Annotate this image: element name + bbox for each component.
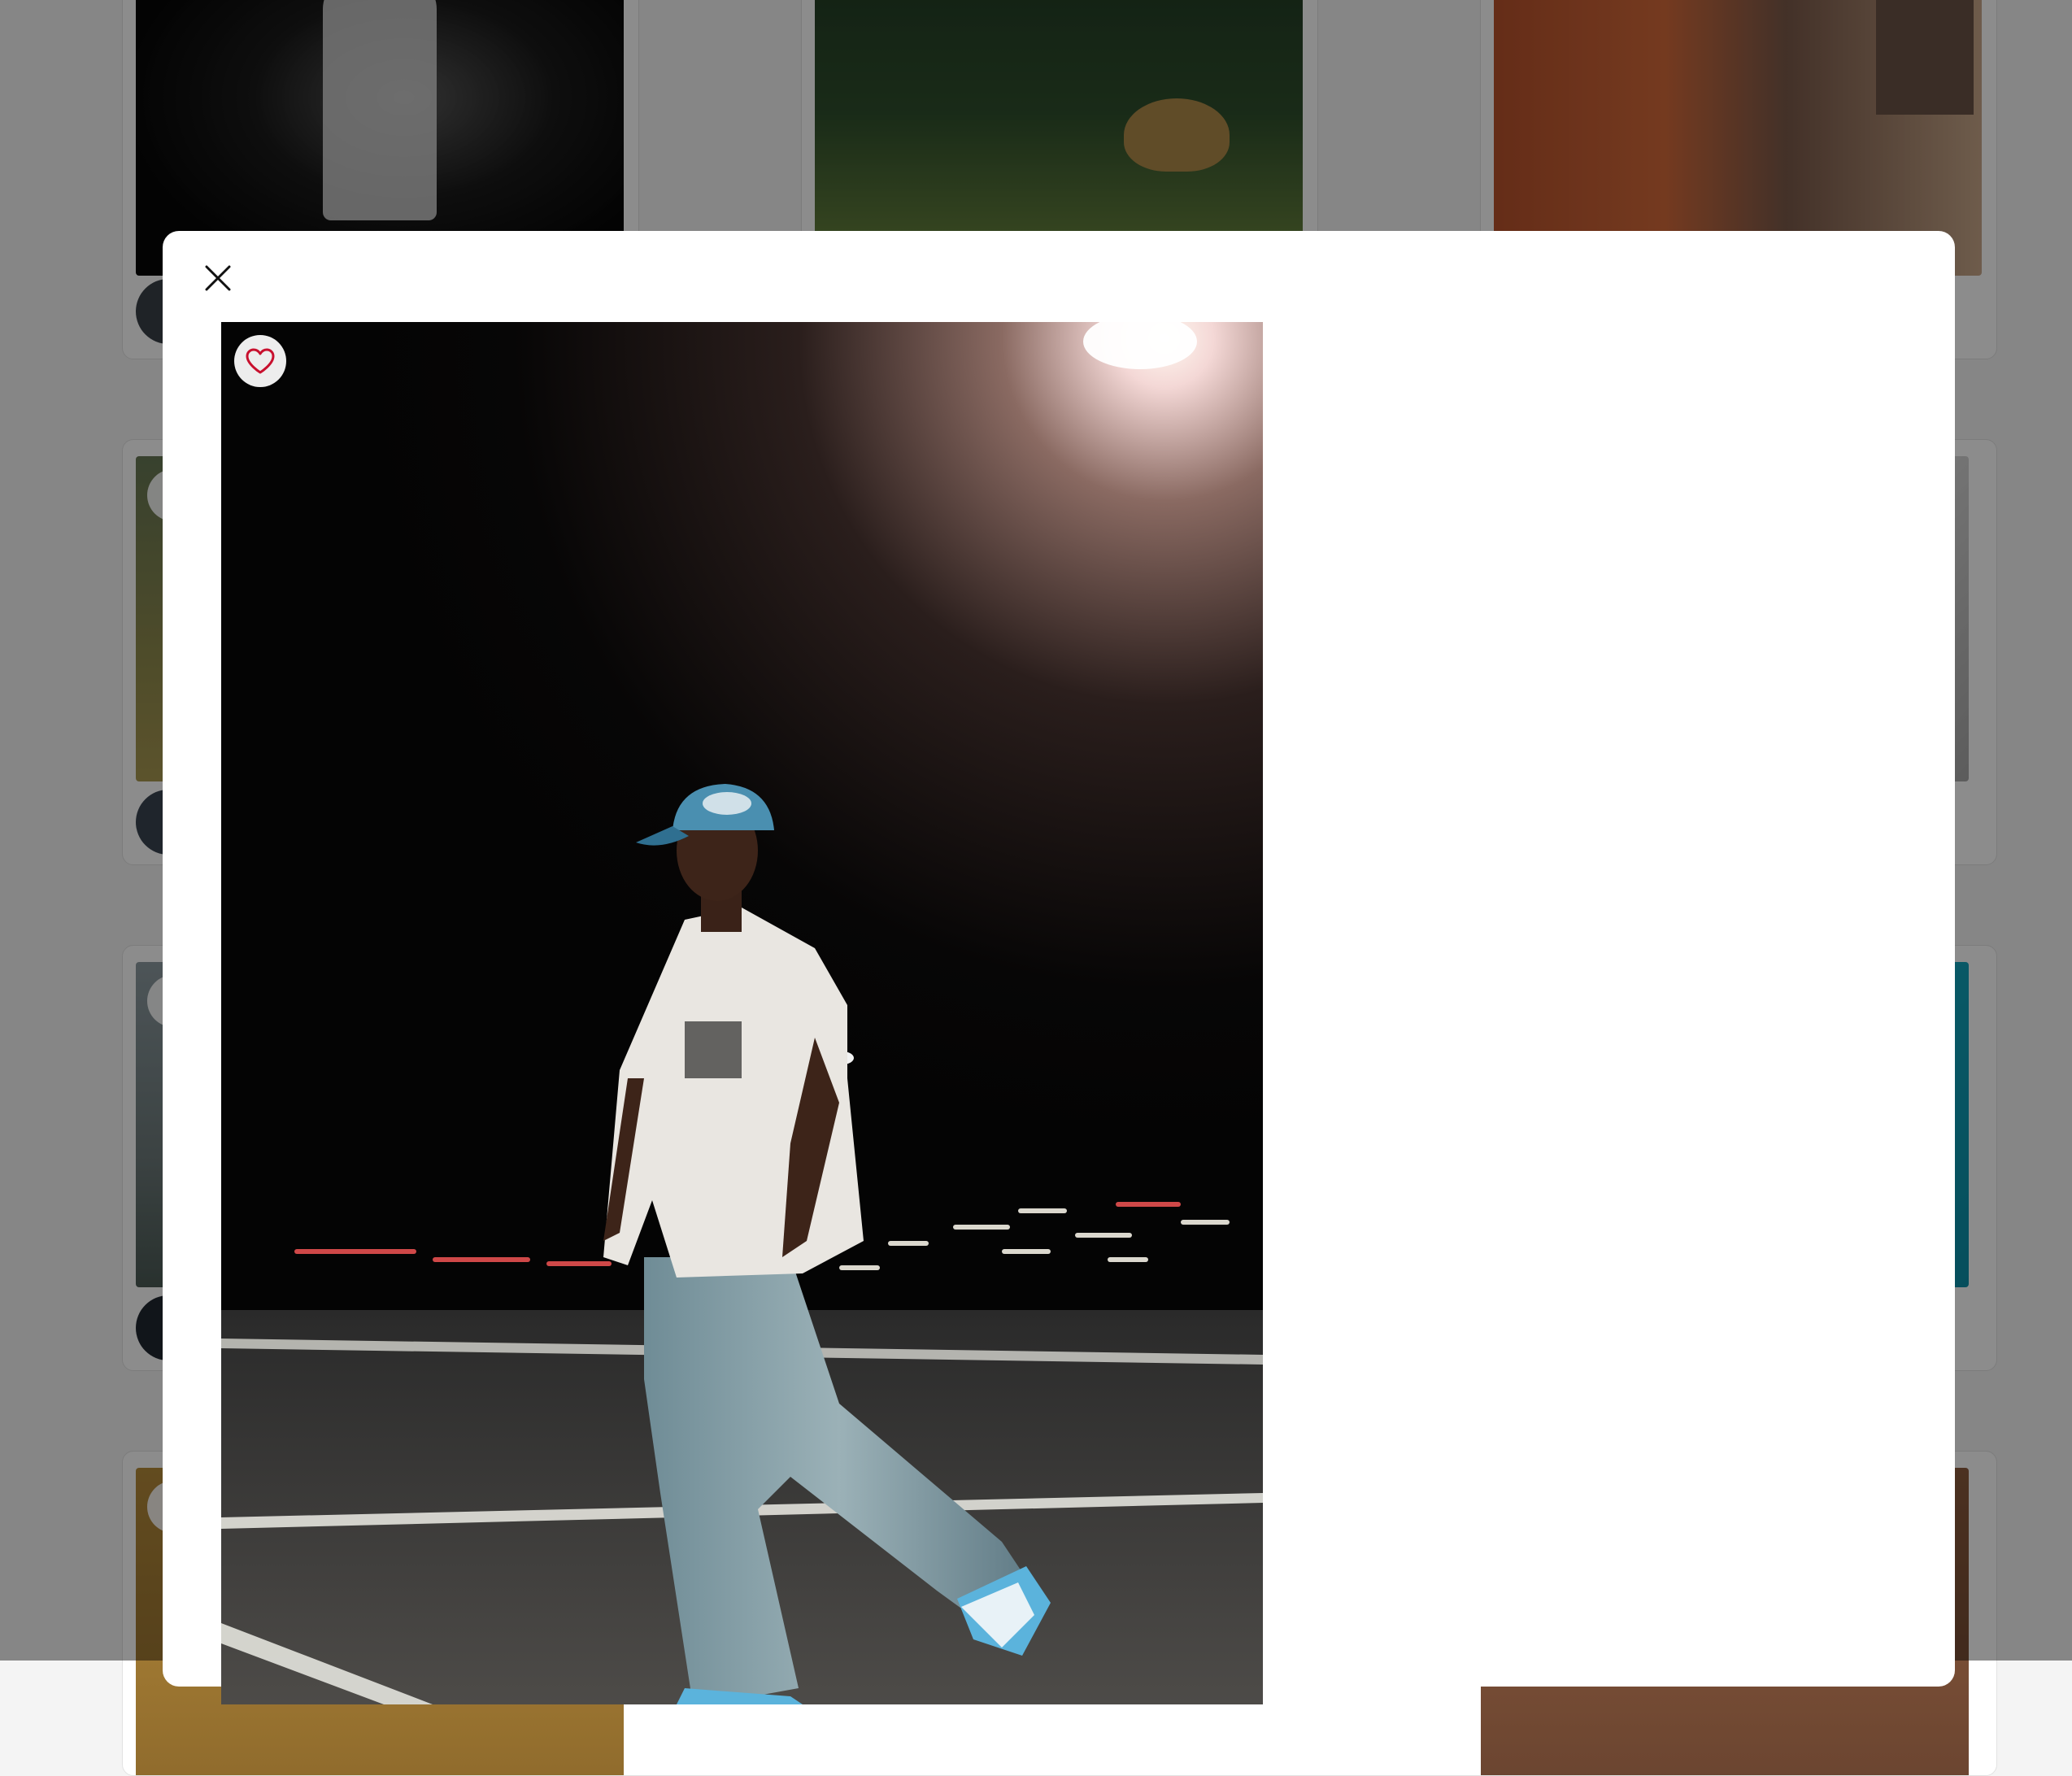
- photo-image: [221, 322, 1263, 1704]
- heart-icon: [246, 348, 275, 374]
- close-icon: [205, 265, 231, 291]
- like-button[interactable]: [234, 335, 286, 387]
- photo-preview: [221, 322, 1263, 1704]
- photo-modal: [163, 231, 1955, 1704]
- close-button[interactable]: [200, 260, 236, 296]
